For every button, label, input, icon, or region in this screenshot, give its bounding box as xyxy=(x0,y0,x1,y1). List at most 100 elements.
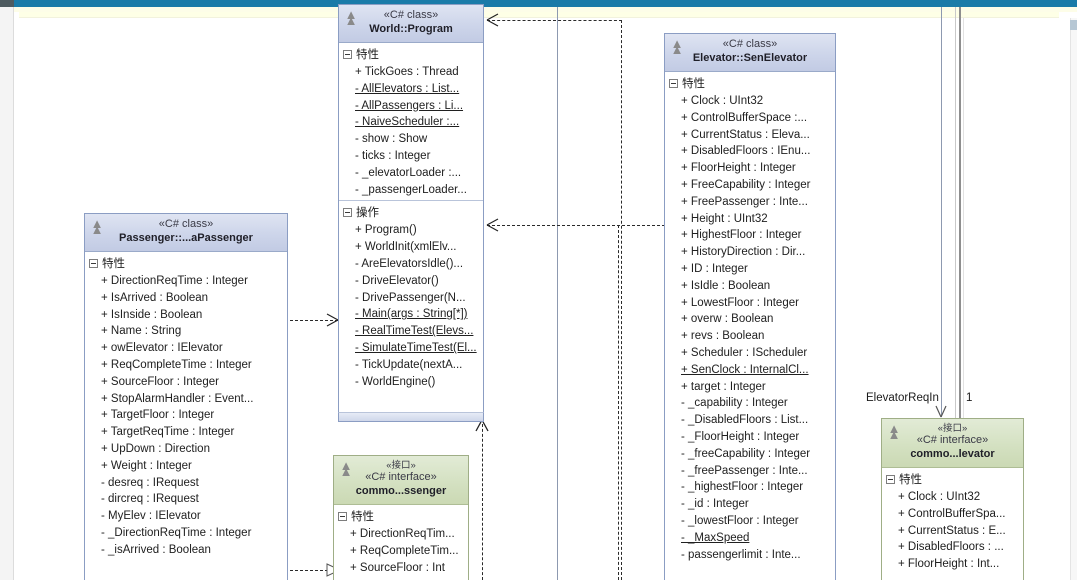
attribute-row[interactable]: + IsArrived : Boolean xyxy=(85,290,287,307)
section-collapse-icon[interactable] xyxy=(886,474,895,484)
operation-row[interactable]: - AreElevatorsIdle()... xyxy=(339,256,483,273)
interface-stereotype: «C# interface» xyxy=(916,434,989,446)
section-collapse-icon[interactable] xyxy=(89,258,98,268)
attributes-section-header[interactable]: 特性 xyxy=(85,252,287,273)
attribute-row[interactable]: + CurrentStatus : E... xyxy=(882,523,1023,540)
attribute-row[interactable]: + SenClock : InternalCl... xyxy=(665,362,835,379)
attribute-row[interactable]: + HistoryDirection : Dir... xyxy=(665,244,835,261)
operations-section-header[interactable]: 操作 xyxy=(339,201,483,222)
class-stereotype: «C# class» xyxy=(722,38,778,50)
attribute-row[interactable]: + Weight : Integer xyxy=(85,458,287,475)
attribute-row[interactable]: - AllPassengers : Li... xyxy=(339,98,483,115)
attributes-section-header[interactable]: 特性 xyxy=(665,72,835,93)
interface-stereotype: «C# interface» xyxy=(365,471,437,483)
collapse-chevron-icon[interactable]: ▲ ▲ xyxy=(90,217,104,236)
interface-box-ielevator[interactable]: ▲ ▲ «接口» «C# interface» commo...levator 特… xyxy=(881,418,1024,580)
interface-header-ielevator: ▲ ▲ «接口» «C# interface» commo...levator xyxy=(882,419,1023,468)
attribute-row[interactable]: - _FloorHeight : Integer xyxy=(665,429,835,446)
operation-row[interactable]: - SimulateTimeTest(El... xyxy=(339,340,483,357)
vertical-scrollbar[interactable] xyxy=(1070,18,1077,580)
attribute-row[interactable]: + Height : UInt32 xyxy=(665,211,835,228)
attribute-row[interactable]: + TargetReqTime : Integer xyxy=(85,424,287,441)
attribute-row[interactable]: + FloorHeight : Integer xyxy=(665,160,835,177)
operation-row[interactable]: - TickUpdate(nextA... xyxy=(339,357,483,374)
attribute-row[interactable]: + Clock : UInt32 xyxy=(882,489,1023,506)
collapse-chevron-icon[interactable]: ▲ ▲ xyxy=(670,37,684,56)
collapse-chevron-icon[interactable]: ▲ ▲ xyxy=(344,8,358,27)
class-name: Passenger::...aPassenger xyxy=(119,232,253,244)
attribute-row[interactable]: + Scheduler : IScheduler xyxy=(665,345,835,362)
attribute-row[interactable]: + TargetFloor : Integer xyxy=(85,407,287,424)
attribute-row[interactable]: - _freePassenger : Inte... xyxy=(665,463,835,480)
attribute-row[interactable]: - _DirectionReqTime : Integer xyxy=(85,525,287,542)
attribute-row[interactable]: - MyElev : IElevator xyxy=(85,508,287,525)
attribute-row[interactable]: + owElevator : IElevator xyxy=(85,340,287,357)
attribute-row[interactable]: - _isArrived : Boolean xyxy=(85,542,287,559)
attribute-row[interactable]: + DirectionReqTime : Integer xyxy=(85,273,287,290)
attribute-row[interactable]: + SourceFloor : Integer xyxy=(85,374,287,391)
attribute-row[interactable]: - desreq : IRequest xyxy=(85,475,287,492)
attribute-row[interactable]: - _DisabledFloors : List... xyxy=(665,412,835,429)
collapse-chevron-icon[interactable]: ▲ ▲ xyxy=(339,459,353,478)
attribute-row[interactable]: + target : Integer xyxy=(665,379,835,396)
attribute-row[interactable]: - _freeCapability : Integer xyxy=(665,446,835,463)
attribute-row[interactable]: + FreeCapability : Integer xyxy=(665,177,835,194)
class-box-program[interactable]: ▲ ▲ «C# class» World::Program 特性 + TickGo… xyxy=(338,4,484,422)
attribute-row[interactable]: + FloorHeight : Int... xyxy=(882,556,1023,573)
attribute-row[interactable]: + ControlBufferSpa... xyxy=(882,506,1023,523)
attribute-row[interactable]: + UpDown : Direction xyxy=(85,441,287,458)
attribute-row[interactable]: - ticks : Integer xyxy=(339,148,483,165)
section-collapse-icon[interactable] xyxy=(338,511,347,521)
attribute-row[interactable]: + DisabledFloors : IEnu... xyxy=(665,143,835,160)
attribute-row[interactable]: + Name : String xyxy=(85,323,287,340)
attribute-row[interactable]: + ID : Integer xyxy=(665,261,835,278)
attribute-row[interactable]: + revs : Boolean xyxy=(665,328,835,345)
operation-row[interactable]: - DrivePassenger(N... xyxy=(339,290,483,307)
attribute-row[interactable]: + StopAlarmHandler : Event... xyxy=(85,391,287,408)
attribute-row[interactable]: + ControlBufferSpace :... xyxy=(665,110,835,127)
attribute-row[interactable]: - _MaxSpeed xyxy=(665,530,835,547)
section-collapse-icon[interactable] xyxy=(343,207,352,217)
operation-row[interactable]: - DriveElevator() xyxy=(339,273,483,290)
attributes-section-header[interactable]: 特性 xyxy=(334,505,468,526)
attribute-row[interactable]: + IsInside : Boolean xyxy=(85,307,287,324)
operation-row[interactable]: - RealTimeTest(Elevs... xyxy=(339,323,483,340)
operation-row[interactable]: - WorldEngine() xyxy=(339,374,483,391)
class-box-passenger[interactable]: ▲ ▲ «C# class» Passenger::...aPassenger 特… xyxy=(84,213,288,580)
attribute-row[interactable]: - _passengerLoader... xyxy=(339,182,483,199)
attribute-row[interactable]: - passengerlimit : Inte... xyxy=(665,547,835,564)
attribute-row[interactable]: + Clock : UInt32 xyxy=(665,93,835,110)
attribute-row[interactable]: + overw : Boolean xyxy=(665,311,835,328)
operation-row[interactable]: + WorldInit(xmlElv... xyxy=(339,239,483,256)
section-collapse-icon[interactable] xyxy=(669,78,678,88)
attribute-row[interactable]: + TickGoes : Thread xyxy=(339,64,483,81)
attribute-row[interactable]: - _lowestFloor : Integer xyxy=(665,513,835,530)
attribute-row[interactable]: - _capability : Integer xyxy=(665,395,835,412)
attribute-row[interactable]: + DisabledFloors : ... xyxy=(882,539,1023,556)
operation-row[interactable]: - Main(args : String[*]) xyxy=(339,306,483,323)
attribute-row[interactable]: - show : Show xyxy=(339,131,483,148)
vertical-scrollbar-thumb[interactable] xyxy=(1070,20,1077,30)
attribute-row[interactable]: + HighestFloor : Integer xyxy=(665,227,835,244)
attribute-row[interactable]: - AllElevators : List... xyxy=(339,81,483,98)
attribute-row[interactable]: - _id : Integer xyxy=(665,496,835,513)
attribute-row[interactable]: + IsIdle : Boolean xyxy=(665,278,835,295)
attribute-row[interactable]: - _highestFloor : Integer xyxy=(665,479,835,496)
attribute-row[interactable]: - NaiveScheduler :... xyxy=(339,114,483,131)
attribute-row[interactable]: + ReqCompleteTime : Integer xyxy=(85,357,287,374)
interface-box-ipassenger[interactable]: ▲ ▲ «接口» «C# interface» commo...ssenger 特… xyxy=(333,455,469,580)
attribute-row[interactable]: + CurrentStatus : Eleva... xyxy=(665,127,835,144)
class-box-senelevator[interactable]: ▲ ▲ «C# class» Elevator::SenElevator 特性 +… xyxy=(664,33,836,580)
attributes-section-header[interactable]: 特性 xyxy=(882,468,1023,489)
attributes-section-header[interactable]: 特性 xyxy=(339,43,483,64)
attribute-row[interactable]: + SourceFloor : Int xyxy=(334,560,468,577)
attribute-row[interactable]: + ReqCompleteTim... xyxy=(334,543,468,560)
operation-row[interactable]: + Program() xyxy=(339,222,483,239)
attribute-row[interactable]: + LowestFloor : Integer xyxy=(665,295,835,312)
attribute-row[interactable]: + FreePassenger : Inte... xyxy=(665,194,835,211)
section-collapse-icon[interactable] xyxy=(343,49,352,59)
collapse-chevron-icon[interactable]: ▲ ▲ xyxy=(887,422,901,441)
attribute-row[interactable]: + DirectionReqTim... xyxy=(334,526,468,543)
attribute-row[interactable]: - _elevatorLoader :... xyxy=(339,165,483,182)
attribute-row[interactable]: - dircreq : IRequest xyxy=(85,491,287,508)
